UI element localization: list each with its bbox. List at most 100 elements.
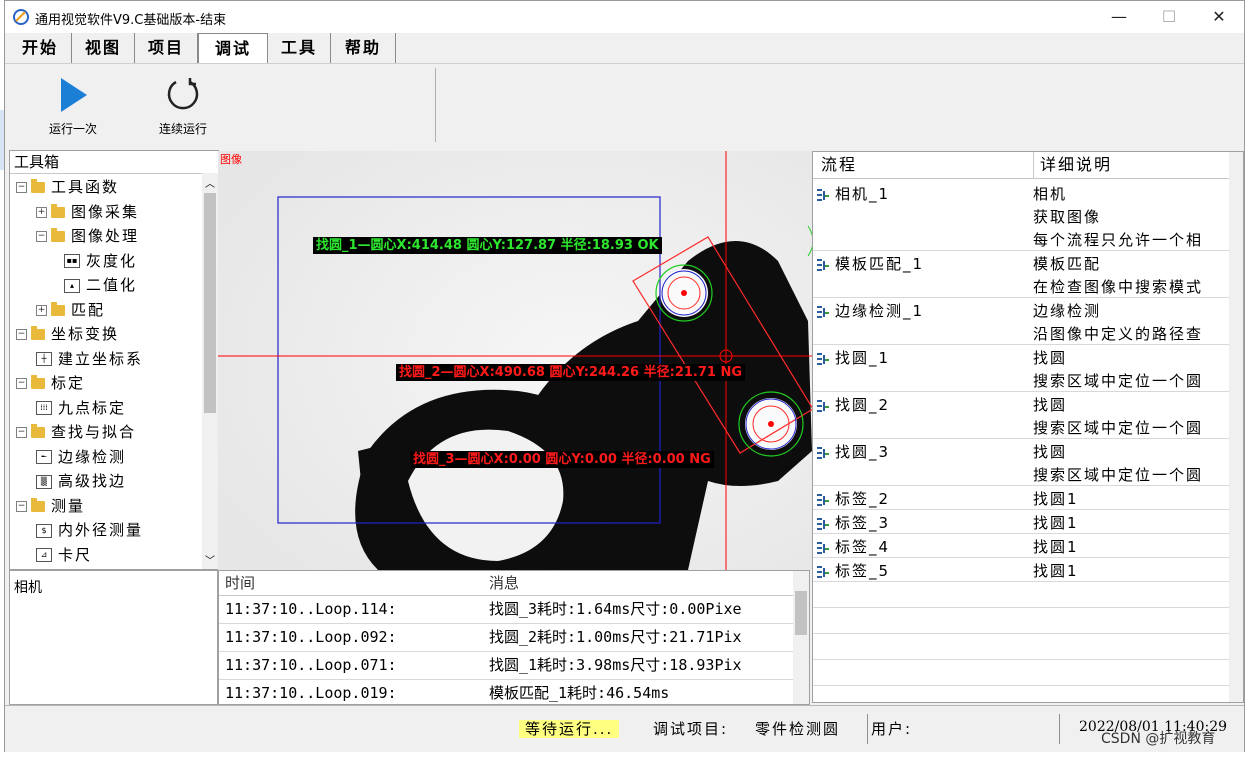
tree-item[interactable]: + 匹配 [36, 298, 105, 322]
continuous-run-button[interactable]: 连续运行 [143, 76, 223, 137]
menu-debug[interactable]: 调试 [198, 33, 268, 64]
toolbox-panel: 工具箱 − 工具函数 + 图像采集 − 图像处理 ▪▪ 灰度化 ▴ 二值化 + 匹配 − 坐标变换 ┼ 建立坐… [9, 150, 219, 570]
tree-item[interactable]: − 查找与拟合 [16, 420, 136, 444]
toolbox-scroll-thumb[interactable] [204, 193, 216, 413]
folder-icon [51, 228, 65, 242]
tree-item-label: 图像处理 [71, 227, 140, 245]
run-state: 等待运行... [519, 720, 620, 738]
menu-view[interactable]: 视图 [72, 33, 135, 63]
log-row[interactable]: 11:37:10..Loop.114: 找圆_3耗时:1.64ms尺寸:0.00P… [219, 596, 809, 624]
flow-step-icon [817, 493, 829, 506]
tree-item-label: 坐标变换 [51, 325, 120, 343]
menu-help[interactable]: 帮助 [331, 33, 396, 63]
log-scroll-thumb[interactable] [795, 591, 807, 635]
app-logo-icon [13, 9, 29, 25]
tree-item[interactable]: $ 内外径测量 [36, 518, 143, 542]
flow-step: 标签_4 [817, 536, 890, 557]
flow-step-desc: 找圆1 [1033, 488, 1079, 511]
tree-item[interactable]: ▪▪ 灰度化 [64, 249, 137, 273]
run-once-button[interactable]: 运行一次 [33, 76, 113, 137]
menu-tools[interactable]: 工具 [268, 33, 331, 63]
flow-row[interactable]: 标签_4 找圆1 [813, 533, 1231, 558]
expand-icon[interactable]: + [36, 206, 47, 218]
grayscale-icon: ▪▪ [64, 254, 80, 268]
tree-item-label: 查找与拟合 [51, 423, 137, 441]
flow-empty-row [813, 581, 1231, 608]
flow-desc-line: 找圆 [1033, 396, 1068, 414]
tree-item[interactable]: − 工具函数 [16, 175, 119, 199]
collapse-icon[interactable]: − [16, 500, 27, 512]
menu-project[interactable]: 项目 [135, 33, 198, 63]
log-scrollbar[interactable] [793, 571, 809, 704]
log-row[interactable]: 11:37:10..Loop.019: 模板匹配_1耗时:46.54ms [219, 680, 809, 704]
collapse-icon[interactable]: − [16, 182, 27, 193]
flow-step-icon [817, 188, 829, 201]
flow-row[interactable]: 标签_2 找圆1 [813, 485, 1231, 510]
coordinate-icon: ┼ [36, 352, 52, 366]
circle-1-result-label: 找圆_1—圆心X:414.48 圆心Y:127.87 半径:18.93 OK [313, 237, 662, 254]
flow-desc-line: 搜索区域中定位一个圆 [1033, 466, 1204, 484]
image-view[interactable]: 图像 找圆_1—圆心X:414.48 圆心Y:127.87 半径:18.93 O… [218, 151, 812, 570]
flow-step-name: 找圆_3 [835, 443, 891, 461]
log-row[interactable]: 11:37:10..Loop.092: 找圆_2耗时:1.00ms尺寸:21.71… [219, 624, 809, 652]
tree-item-label: 匹配 [71, 300, 106, 319]
scroll-down-icon[interactable]: ﹀ [205, 552, 215, 567]
tree-item-label: 工具函数 [51, 178, 120, 196]
flow-step-name: 相机_1 [835, 185, 891, 203]
log-rows: 11:37:10..Loop.114: 找圆_3耗时:1.64ms尺寸:0.00P… [219, 596, 809, 704]
circle-2-result-label: 找圆_2—圆心X:490.68 圆心Y:244.26 半径:21.71 NG [396, 364, 746, 381]
flow-desc-line: 找圆1 [1033, 490, 1079, 508]
collapse-icon[interactable]: − [16, 378, 27, 389]
image-tag: 图像 [220, 153, 242, 166]
tree-item[interactable]: ⊿ 卡尺 [36, 543, 92, 567]
collapse-icon[interactable]: − [16, 329, 27, 340]
flow-row[interactable]: 找圆_2 找圆 搜索区域中定位一个圆 [813, 391, 1231, 439]
log-time: 11:37:10..Loop.071: [225, 656, 397, 674]
window-title: 通用视觉软件V9.C基础版本-结束 [35, 13, 227, 28]
tree-item-label: 高级找边 [58, 472, 127, 490]
tree-item[interactable]: − 测量 [16, 494, 85, 518]
flow-step-name: 找圆_2 [835, 396, 891, 414]
flow-desc-line: 找圆1 [1033, 538, 1079, 556]
flow-row[interactable]: 模板匹配_1 模板匹配 在检查图像中搜索模式 [813, 250, 1231, 298]
desktop-edge [1245, 0, 1253, 757]
log-col-time: 时间 [225, 574, 256, 592]
tree-item[interactable]: ╾ 边缘检测 [36, 445, 126, 469]
tree-item[interactable]: − 标定 [16, 371, 85, 395]
collapse-icon[interactable]: − [16, 427, 27, 438]
status-separator [1059, 714, 1060, 744]
flow-desc-line: 沿图像中定义的路径查 [1033, 325, 1204, 343]
tree-item[interactable]: − 图像处理 [36, 224, 139, 248]
toolbox-scrollbar[interactable]: ︿ ﹀ [202, 173, 218, 569]
flow-row[interactable]: 找圆_1 找圆 搜索区域中定位一个圆 [813, 344, 1231, 392]
flow-row[interactable]: 相机_1 相机 获取图像 每个流程只允许一个相 [813, 180, 1231, 251]
scroll-up-icon[interactable]: ︿ [205, 175, 215, 190]
close-button[interactable]: ✕ [1194, 1, 1244, 33]
flow-step-icon [817, 446, 829, 459]
flow-step-desc: 找圆1 [1033, 512, 1079, 535]
tree-item-label: 标定 [51, 374, 86, 392]
tree-item[interactable]: ⁞⁞⁞ 九点标定 [36, 396, 126, 420]
log-row[interactable]: 11:37:10..Loop.071: 找圆_1耗时:3.98ms尺寸:18.93… [219, 652, 809, 680]
collapse-icon[interactable]: − [36, 231, 47, 242]
flow-row[interactable]: 边缘检测_1 边缘检测 沿图像中定义的路径查 [813, 297, 1231, 345]
tree-item-label: 图像采集 [71, 202, 140, 221]
tree-item[interactable]: ▒ 高级找边 [36, 469, 126, 493]
play-icon [61, 78, 87, 112]
flow-scrollbar[interactable] [1229, 152, 1243, 702]
menu-start[interactable]: 开始 [9, 33, 72, 63]
maximize-button[interactable]: ☐ [1144, 1, 1194, 33]
tree-item[interactable]: − 坐标变换 [16, 322, 119, 346]
tree-item[interactable]: ┼ 建立坐标系 [36, 347, 143, 371]
flow-row[interactable]: 标签_5 找圆1 [813, 557, 1231, 582]
flow-step: 模板匹配_1 [817, 253, 924, 274]
minimize-button[interactable]: — [1094, 1, 1144, 33]
expand-icon[interactable]: + [36, 304, 47, 316]
flow-row[interactable]: 标签_3 找圆1 [813, 509, 1231, 534]
flow-header: 流程 详细说明 [813, 152, 1243, 179]
flow-step-desc: 找圆 搜索区域中定位一个圆 [1033, 347, 1203, 393]
tree-item[interactable]: + 图像采集 [36, 200, 139, 224]
tree-item-label: 九点标定 [58, 398, 127, 417]
flow-row[interactable]: 找圆_3 找圆 搜索区域中定位一个圆 [813, 438, 1231, 486]
tree-item[interactable]: ▴ 二值化 [64, 273, 137, 297]
